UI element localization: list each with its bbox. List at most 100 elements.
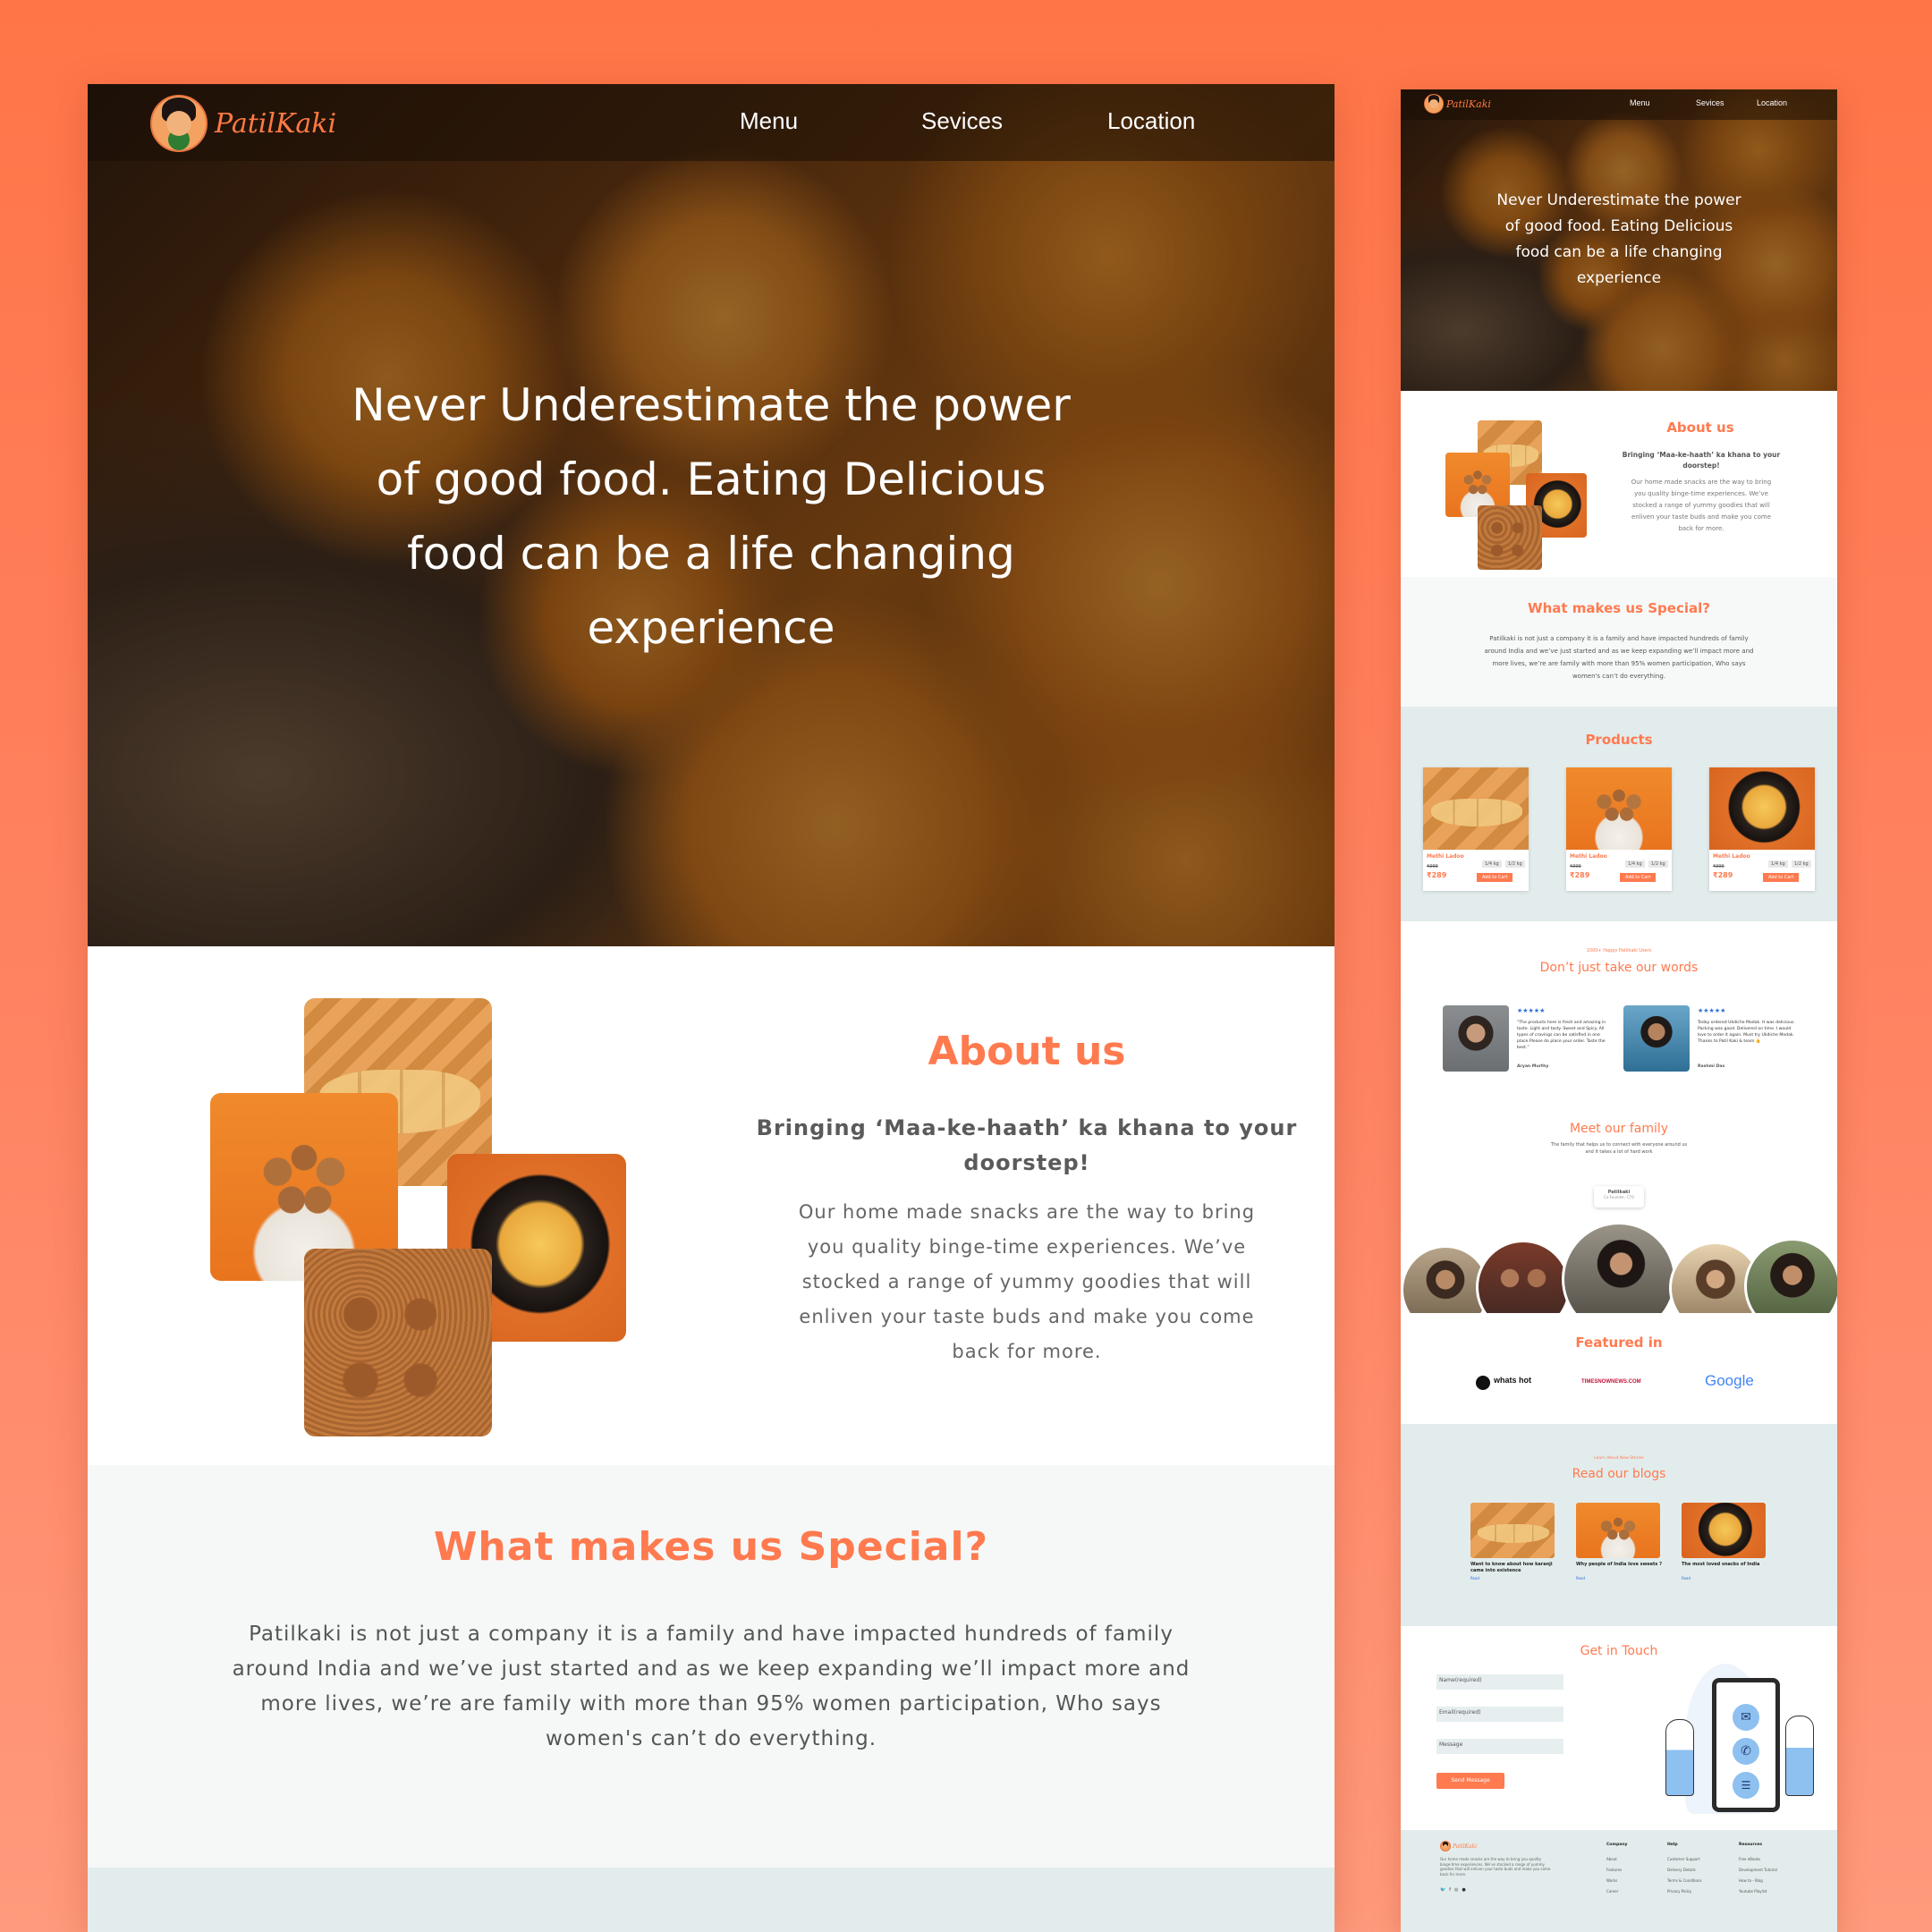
mini-about-subtitle-line-2: doorstep! — [1682, 462, 1720, 470]
timesnow-logo: TIMESNOWNEWS.COM — [1581, 1379, 1641, 1385]
nav-menu-link[interactable]: Menu — [740, 107, 798, 135]
product-card[interactable]: Methi Ladoo ₹399 ₹289 1/4 kg 1/2 kg Add … — [1709, 767, 1815, 891]
github-icon[interactable]: ● — [1462, 1887, 1469, 1893]
blog-image[interactable] — [1470, 1503, 1555, 1558]
mini-hero-line-2: of good food. Eating Delicious — [1504, 217, 1733, 235]
badge-role: Co-Founder, CTO — [1603, 1195, 1634, 1199]
twitter-icon[interactable]: 🐦 — [1440, 1887, 1449, 1893]
mini-about-body-line-4: enliven your taste buds and make you com… — [1631, 513, 1772, 521]
blogs-eyebrow: Learn About New Stories — [1594, 1456, 1644, 1461]
mini-chakli-image — [1478, 505, 1542, 570]
product-image — [1423, 767, 1529, 850]
blog-image[interactable] — [1682, 1503, 1766, 1558]
blogs-title: Read our blogs — [1572, 1467, 1666, 1481]
footer-link[interactable]: How to - Blog — [1739, 1878, 1763, 1883]
footer-link[interactable]: Development Tutorial — [1739, 1868, 1777, 1872]
hero-headline: Never Underestimate the power of good fo… — [311, 369, 1111, 665]
brand-logo[interactable]: PatilKaki — [150, 95, 336, 152]
mini-contact-section: Get in Touch Name(required) Email(requir… — [1401, 1626, 1837, 1830]
footer-col-help-title: Help — [1667, 1843, 1678, 1847]
hero-line-4: experience — [587, 602, 835, 654]
logo-avatar-icon — [150, 95, 208, 152]
footer-link[interactable]: Delivery Details — [1667, 1868, 1696, 1872]
add-to-cart-button[interactable]: Add to Cart — [1620, 873, 1657, 882]
footer-logo[interactable]: PatilKaki — [1440, 1841, 1477, 1852]
footer-link[interactable]: Free eBooks — [1739, 1857, 1760, 1861]
mini-nav-menu-link[interactable]: Menu — [1630, 98, 1650, 107]
product-card[interactable]: Methi Ladoo ₹399 ₹289 1/4 kg 1/2 kg Add … — [1566, 767, 1672, 891]
blog-title[interactable]: Why people of India love sweets ? — [1576, 1562, 1662, 1568]
email-field[interactable]: Email(required) — [1436, 1707, 1563, 1722]
footer-link[interactable]: Terms & Conditions — [1667, 1878, 1702, 1883]
footer-link[interactable]: Youtube Playlist — [1739, 1889, 1767, 1894]
customer-avatar — [1623, 1005, 1690, 1072]
mini-about-body-line-3: stocked a range of yummy goodies that wi… — [1632, 502, 1770, 509]
rating-stars: ★★★★★ — [1517, 1007, 1546, 1014]
footer-link[interactable]: Privacy Policy — [1667, 1889, 1691, 1894]
navbar: PatilKaki Menu Sevices Location — [88, 84, 1335, 161]
product-old-price: ₹399 — [1713, 864, 1724, 869]
about-title: About us — [928, 1029, 1126, 1074]
weight-half-button[interactable]: 1/2 kg — [1792, 860, 1811, 868]
send-message-button[interactable]: Send Message — [1436, 1773, 1504, 1789]
footer-link[interactable]: Customer Support — [1667, 1857, 1700, 1861]
product-card[interactable]: Methi Ladoo ₹399 ₹289 1/4 kg 1/2 kg Add … — [1423, 767, 1529, 891]
nav-services-link[interactable]: Sevices — [921, 107, 1003, 135]
footer-link[interactable]: About — [1606, 1857, 1617, 1861]
mini-hero-section: PatilKaki Menu Sevices Location Never Un… — [1401, 89, 1837, 391]
special-body: Patilkaki is not just a company it is a … — [114, 1617, 1308, 1757]
phone-illustration-icon: ✉ ✆ ☰ — [1712, 1678, 1780, 1812]
weight-half-button[interactable]: 1/2 kg — [1648, 860, 1668, 868]
weight-quarter-button[interactable]: 1/4 kg — [1482, 860, 1502, 868]
testimonial-quote: Today ordered Ukdiche Modak. It was deli… — [1698, 1021, 1795, 1044]
mini-special-body: Patilkaki is not just a company it is a … — [1419, 632, 1819, 682]
mini-about-body-line-1: Our home made snacks are the way to brin… — [1631, 479, 1772, 486]
weight-half-button[interactable]: 1/2 kg — [1505, 860, 1525, 868]
rating-stars: ★★★★★ — [1698, 1007, 1726, 1014]
mini-about-body-line-5: back for more. — [1678, 525, 1724, 532]
product-name: Methi Ladoo — [1427, 853, 1464, 860]
footer-link[interactable]: Career — [1606, 1889, 1618, 1894]
blog-image[interactable] — [1576, 1503, 1660, 1558]
blog-title[interactable]: Want to know about how karanji came into… — [1470, 1562, 1556, 1574]
add-to-cart-button[interactable]: Add to Cart — [1763, 873, 1800, 882]
mini-brand-logo[interactable]: PatilKaki — [1424, 94, 1491, 114]
testimonials-title: Don’t just take our words — [1539, 961, 1699, 975]
about-subtitle-line-1: Bringing ‘Maa-ke-haath’ ka khana to your — [756, 1115, 1298, 1140]
footer-brand-name: PatilKaki — [1453, 1843, 1478, 1850]
name-field[interactable]: Name(required) — [1436, 1674, 1563, 1690]
weight-quarter-button[interactable]: 1/4 kg — [1768, 860, 1788, 868]
mini-about-body: Our home made snacks are the way to brin… — [1603, 477, 1800, 535]
mini-footer: PatilKaki Our home made snacks are the w… — [1401, 1830, 1837, 1932]
blog-read-link[interactable]: Read — [1682, 1576, 1690, 1580]
product-old-price: ₹399 — [1427, 864, 1438, 869]
product-price: ₹289 — [1713, 871, 1733, 879]
blog-read-link[interactable]: Read — [1576, 1576, 1585, 1580]
mini-special-title: What makes us Special? — [1528, 600, 1710, 616]
contact-title: Get in Touch — [1580, 1644, 1658, 1658]
mail-icon: ✉ — [1733, 1704, 1759, 1731]
hero-line-1: Never Underestimate the power — [352, 379, 1071, 431]
mini-nav-services-link[interactable]: Sevices — [1696, 98, 1724, 107]
special-section: What makes us Special? Patilkaki is not … — [88, 1465, 1335, 1932]
blog-title[interactable]: The most loved snacks of India — [1682, 1562, 1767, 1568]
add-to-cart-button[interactable]: Add to Cart — [1477, 873, 1513, 882]
desktop-frame: PatilKaki Menu Sevices Location Never Un… — [88, 84, 1335, 1932]
testimonial-quote: “The products here is fresh and amazing … — [1517, 1021, 1606, 1050]
mini-products-title: Products — [1585, 732, 1653, 748]
about-body-line-1: Our home made snacks are the way to brin… — [798, 1201, 1256, 1223]
footer-link[interactable]: Features — [1606, 1868, 1622, 1872]
nav-location-link[interactable]: Location — [1107, 107, 1195, 135]
blog-read-link[interactable]: Read — [1470, 1576, 1479, 1580]
mini-nav-location-link[interactable]: Location — [1757, 98, 1787, 107]
weight-quarter-button[interactable]: 1/4 kg — [1625, 860, 1645, 868]
footer-col-resources-title: Resources — [1739, 1843, 1763, 1847]
chat-icon: ☰ — [1733, 1772, 1759, 1799]
testimonial-author: Rashmi Das — [1698, 1064, 1725, 1069]
whats-hot-logo-icon — [1476, 1376, 1490, 1390]
footer-about: Our home made snacks are the way to brin… — [1440, 1857, 1551, 1877]
message-field[interactable]: Message — [1436, 1739, 1563, 1754]
mini-about-title: About us — [1666, 419, 1734, 436]
brand-name: PatilKaki — [215, 107, 337, 140]
footer-link[interactable]: Works — [1606, 1878, 1617, 1883]
